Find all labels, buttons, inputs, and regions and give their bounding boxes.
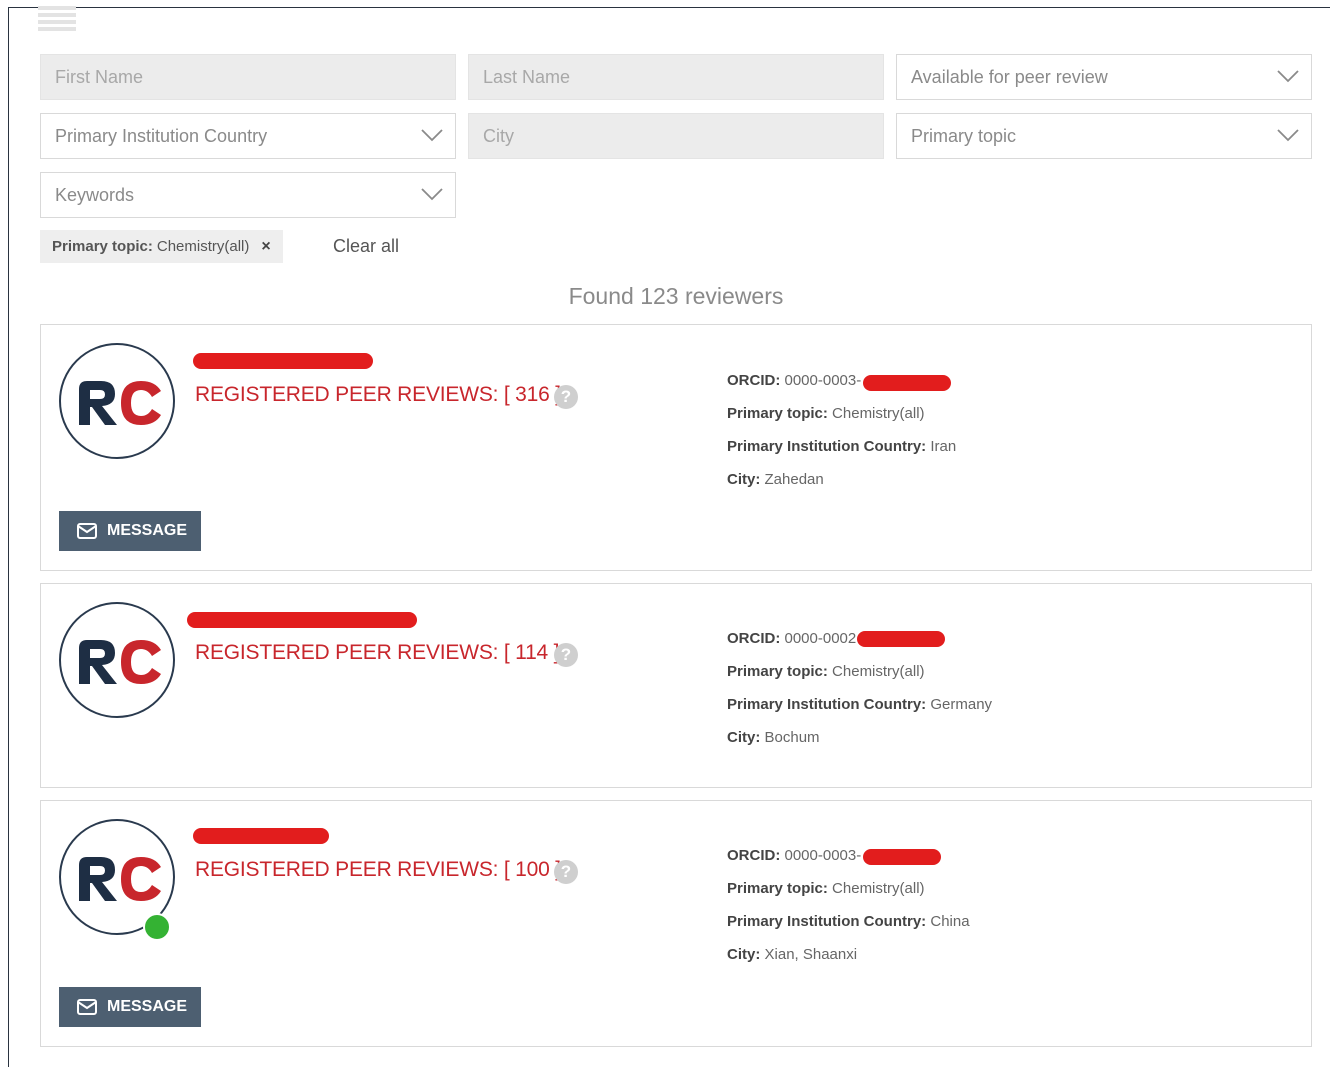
keywords-select[interactable]: Keywords: [40, 172, 456, 218]
list-view-icon[interactable]: [38, 6, 76, 36]
help-icon[interactable]: ?: [554, 643, 578, 667]
rc-logo-icon: [79, 381, 161, 425]
redacted-name: [187, 612, 417, 628]
topic-row: Primary topic: Chemistry(all): [727, 663, 992, 696]
city-placeholder: City: [483, 125, 514, 146]
message-label: MESSAGE: [107, 522, 188, 539]
country-value: Germany: [930, 696, 993, 713]
message-button[interactable]: MESSAGE: [59, 987, 201, 1027]
rc-logo-icon: [79, 640, 161, 684]
message-button[interactable]: MESSAGE: [59, 511, 201, 551]
reviewer-details: ORCID: 0000-0003- Primary topic: Chemist…: [727, 372, 956, 504]
redacted-orcid: [857, 631, 945, 647]
reviewer-details: ORCID: 0000-0003- Primary topic: Chemist…: [727, 847, 970, 979]
envelope-icon: [77, 999, 97, 1015]
keywords-placeholder: Keywords: [55, 184, 135, 205]
topic-row: Primary topic: Chemistry(all): [727, 405, 956, 438]
orcid-value: 0000-0003-: [784, 372, 862, 389]
topic-label: Primary topic:: [727, 880, 828, 897]
availability-placeholder: Available for peer review: [911, 66, 1108, 87]
chevron-down-icon: [1277, 70, 1299, 83]
last-name-placeholder: Last Name: [483, 66, 571, 87]
remove-filter-icon[interactable]: ×: [261, 238, 270, 256]
topic-label: Primary topic:: [727, 663, 828, 680]
chip-value: Chemistry(all): [156, 238, 250, 255]
chevron-down-icon: [421, 188, 443, 201]
country-row: Primary Institution Country: China: [727, 913, 970, 946]
city-row: City: Zahedan: [727, 471, 956, 504]
city-value: Bochum: [764, 729, 820, 746]
redacted-orcid: [863, 849, 941, 865]
first-name-placeholder: First Name: [55, 66, 144, 87]
clear-all-link[interactable]: Clear all: [333, 236, 399, 257]
topic-value: Chemistry(all): [832, 663, 925, 680]
country-select[interactable]: Primary Institution Country: [40, 113, 456, 159]
avatar: [59, 602, 175, 718]
help-icon[interactable]: ?: [554, 860, 578, 884]
results-count: Found 123 reviewers: [568, 283, 784, 309]
online-status-icon: [143, 913, 171, 941]
rc-logo-icon: [79, 857, 161, 901]
country-row: Primary Institution Country: Iran: [727, 438, 956, 471]
chip-label: Primary topic:: [52, 238, 153, 255]
peer-reviews-count: REGISTERED PEER REVIEWS: [ 114 ]: [195, 641, 560, 664]
orcid-label: ORCID:: [727, 847, 781, 864]
redacted-name: [193, 828, 329, 844]
avatar: [59, 343, 175, 459]
city-label: City:: [727, 471, 761, 488]
availability-select[interactable]: Available for peer review: [896, 54, 1312, 100]
country-placeholder: Primary Institution Country: [55, 125, 268, 146]
envelope-icon: [77, 523, 97, 539]
first-name-input[interactable]: First Name: [40, 54, 456, 100]
country-label: Primary Institution Country:: [727, 438, 927, 455]
topic-placeholder: Primary topic: [911, 125, 1017, 146]
orcid-label: ORCID:: [727, 372, 781, 389]
city-label: City:: [727, 729, 761, 746]
topic-value: Chemistry(all): [832, 880, 925, 897]
orcid-value: 0000-0002: [784, 630, 857, 647]
topic-label: Primary topic:: [727, 405, 828, 422]
reviewer-card: REGISTERED PEER REVIEWS: [ 114 ] ? ORCID…: [40, 583, 1312, 788]
peer-reviews-count: REGISTERED PEER REVIEWS: [ 100 ]: [195, 858, 561, 881]
country-label: Primary Institution Country:: [727, 913, 927, 930]
city-value: Zahedan: [764, 471, 824, 488]
topic-row: Primary topic: Chemistry(all): [727, 880, 970, 913]
orcid-label: ORCID:: [727, 630, 781, 647]
redacted-orcid: [863, 375, 951, 391]
country-row: Primary Institution Country: Germany: [727, 696, 992, 729]
city-row: City: Bochum: [727, 729, 992, 762]
chevron-down-icon: [1277, 129, 1299, 142]
reviewer-card: REGISTERED PEER REVIEWS: [ 316 ] ? ORCID…: [40, 324, 1312, 571]
city-input[interactable]: City: [468, 113, 884, 159]
city-row: City: Xian, Shaanxi: [727, 946, 970, 979]
city-label: City:: [727, 946, 761, 963]
reviewer-card: REGISTERED PEER REVIEWS: [ 100 ] ? ORCID…: [40, 800, 1312, 1047]
city-value: Xian, Shaanxi: [764, 946, 858, 963]
message-label: MESSAGE: [107, 998, 188, 1015]
country-value: China: [930, 913, 970, 930]
chevron-down-icon: [421, 129, 443, 142]
country-value: Iran: [930, 438, 957, 455]
topic-value: Chemistry(all): [832, 405, 925, 422]
active-filter-chip: Primary topic: Chemistry(all) ×: [40, 230, 283, 263]
country-label: Primary Institution Country:: [727, 696, 927, 713]
last-name-input[interactable]: Last Name: [468, 54, 884, 100]
redacted-name: [193, 353, 373, 369]
orcid-value: 0000-0003-: [784, 847, 862, 864]
topic-select[interactable]: Primary topic: [896, 113, 1312, 159]
help-icon[interactable]: ?: [554, 385, 578, 409]
peer-reviews-count: REGISTERED PEER REVIEWS: [ 316 ]: [195, 383, 561, 406]
reviewer-details: ORCID: 0000-0002 Primary topic: Chemistr…: [727, 630, 992, 762]
